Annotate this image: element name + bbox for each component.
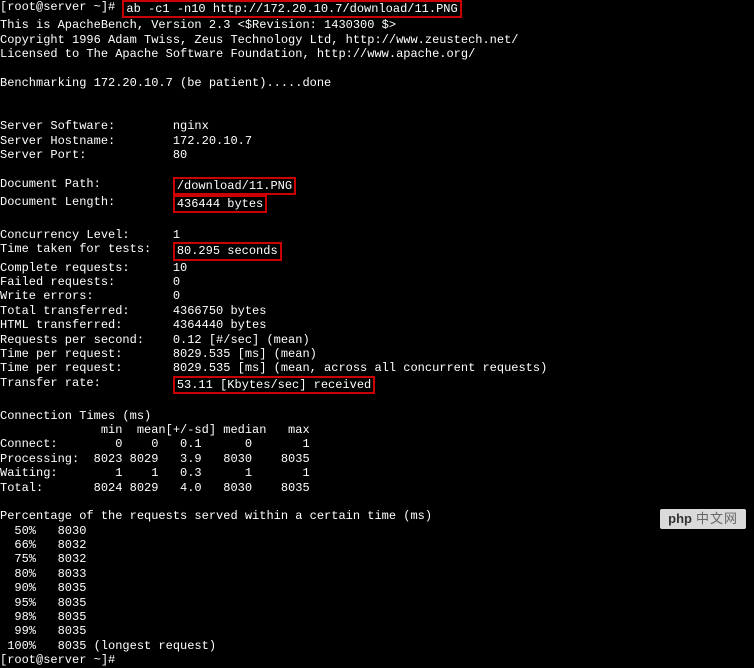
blank-line (0, 105, 754, 119)
complete-requests: Complete requests: 10 (0, 261, 754, 275)
output-line: Copyright 1996 Adam Twiss, Zeus Technolo… (0, 33, 754, 47)
time-per-request-mean: Time per request: 8029.535 [ms] (mean) (0, 347, 754, 361)
output-line: Licensed to The Apache Software Foundati… (0, 47, 754, 61)
requests-per-second: Requests per second: 0.12 [#/sec] (mean) (0, 333, 754, 347)
blank-line (0, 162, 754, 176)
percentile-90: 90% 8035 (0, 581, 754, 595)
document-length: Document Length: 436444 bytes (0, 195, 754, 213)
shell-prompt-end[interactable]: [root@server ~]# (0, 653, 754, 667)
percentile-99: 99% 8035 (0, 624, 754, 638)
highlighted-length: 436444 bytes (173, 195, 267, 213)
server-port: Server Port: 80 (0, 148, 754, 162)
blank-line (0, 213, 754, 227)
conn-times-header: min mean[+/-sd] median max (0, 423, 754, 437)
write-errors: Write errors: 0 (0, 289, 754, 303)
time-per-request-all: Time per request: 8029.535 [ms] (mean, a… (0, 361, 754, 375)
percentile-75: 75% 8032 (0, 552, 754, 566)
time-label: Time taken for tests: (0, 242, 173, 260)
percentile-100: 100% 8035 (longest request) (0, 639, 754, 653)
watermark-logo: php (668, 511, 692, 527)
server-hostname: Server Hostname: 172.20.10.7 (0, 134, 754, 148)
output-line: Benchmarking 172.20.10.7 (be patient)...… (0, 76, 754, 90)
blank-line (0, 394, 754, 408)
percentiles-title: Percentage of the requests served within… (0, 509, 754, 523)
percentile-95: 95% 8035 (0, 596, 754, 610)
conn-total: Total: 8024 8029 4.0 8030 8035 (0, 481, 754, 495)
blank-line (0, 495, 754, 509)
transfer-rate: Transfer rate: 53.11 [Kbytes/sec] receiv… (0, 376, 754, 394)
watermark-text: 中文网 (696, 511, 738, 527)
conn-connect: Connect: 0 0 0.1 0 1 (0, 437, 754, 451)
html-transferred: HTML transferred: 4364440 bytes (0, 318, 754, 332)
conn-processing: Processing: 8023 8029 3.9 8030 8035 (0, 452, 754, 466)
blank-line (0, 90, 754, 104)
doc-length-label: Document Length: (0, 195, 173, 213)
server-software: Server Software: nginx (0, 119, 754, 133)
percentile-98: 98% 8035 (0, 610, 754, 624)
watermark-badge: php 中文网 (660, 509, 746, 529)
conn-times-title: Connection Times (ms) (0, 409, 754, 423)
output-line: This is ApacheBench, Version 2.3 <$Revis… (0, 18, 754, 32)
highlighted-path: /download/11.PNG (173, 177, 296, 195)
concurrency-level: Concurrency Level: 1 (0, 228, 754, 242)
transfer-label: Transfer rate: (0, 376, 173, 394)
percentile-50: 50% 8030 (0, 524, 754, 538)
highlighted-transfer: 53.11 [Kbytes/sec] received (173, 376, 375, 394)
terminal-line[interactable]: [root@server ~]# ab -c1 -n10 http://172.… (0, 0, 754, 18)
document-path: Document Path: /download/11.PNG (0, 177, 754, 195)
blank-line (0, 62, 754, 76)
failed-requests: Failed requests: 0 (0, 275, 754, 289)
percentile-66: 66% 8032 (0, 538, 754, 552)
conn-waiting: Waiting: 1 1 0.3 1 1 (0, 466, 754, 480)
total-transferred: Total transferred: 4366750 bytes (0, 304, 754, 318)
highlighted-time: 80.295 seconds (173, 242, 282, 260)
percentile-80: 80% 8033 (0, 567, 754, 581)
time-taken: Time taken for tests: 80.295 seconds (0, 242, 754, 260)
highlighted-command: ab -c1 -n10 http://172.20.10.7/download/… (122, 0, 461, 18)
doc-path-label: Document Path: (0, 177, 173, 195)
shell-prompt: [root@server ~]# (0, 0, 122, 18)
